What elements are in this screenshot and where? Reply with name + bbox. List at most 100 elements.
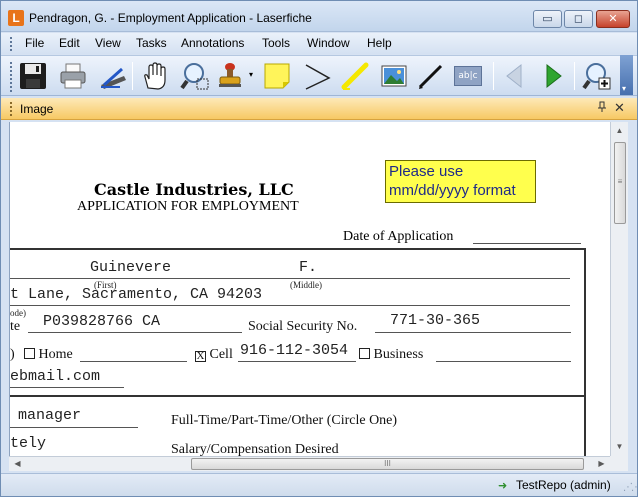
cell-underline: [238, 361, 356, 362]
zoom-rect-icon[interactable]: [179, 60, 211, 92]
maximize-button[interactable]: ◻: [564, 10, 593, 28]
menu-window[interactable]: Window: [307, 36, 350, 50]
repository-arrow-icon: ➜: [498, 480, 508, 492]
toolbar-overflow-icon: ▾: [622, 84, 627, 93]
toolbar-overflow-button[interactable]: ▾: [620, 55, 633, 95]
close-button[interactable]: ✕: [596, 10, 630, 28]
menu-edit[interactable]: Edit: [59, 36, 80, 50]
menu-tools[interactable]: Tools: [262, 36, 290, 50]
menu-annotations[interactable]: Annotations: [181, 36, 244, 50]
date-underline: [473, 243, 581, 244]
menu-bar: File Edit View Tasks Annotations Tools W…: [1, 33, 637, 54]
toolbar-grip-handle[interactable]: [10, 62, 13, 92]
title-bar[interactable]: L Pendragon, G. - Employment Application…: [1, 1, 637, 32]
scroll-left-icon[interactable]: ◀: [9, 456, 26, 471]
home-checkbox: [24, 348, 35, 359]
app-window: L Pendragon, G. - Employment Application…: [0, 0, 638, 497]
vertical-scroll-thumb[interactable]: ≡: [614, 142, 626, 224]
panel-title: Image: [20, 102, 54, 116]
middle-initial-value: F.: [299, 259, 318, 276]
pin-icon[interactable]: [597, 101, 607, 116]
position-value: manager: [18, 407, 82, 424]
image-icon[interactable]: [378, 60, 410, 92]
menu-file[interactable]: File: [25, 36, 44, 50]
stamp-icon[interactable]: [215, 60, 247, 92]
toolbar-separator: [132, 62, 133, 90]
toolbar-separator: [574, 62, 575, 90]
pointer-arrow-icon[interactable]: [301, 60, 333, 92]
text-box-icon[interactable]: ab|c: [452, 60, 484, 92]
middle-label: (Middle): [290, 280, 322, 290]
date-of-application-label: Date of Application: [343, 229, 454, 244]
status-bar: ➜ TestRepo (admin) ⋰⋰: [1, 473, 638, 496]
text-box-glyph: ab|c: [454, 66, 482, 86]
document-image-viewer[interactable]: Castle Industries, LLC APPLICATION FOR E…: [9, 122, 610, 456]
minimize-button[interactable]: ▭: [533, 10, 562, 28]
laserfiche-app-icon[interactable]: L: [8, 10, 24, 26]
cell-label: Cell: [209, 347, 233, 362]
business-checkbox: [359, 348, 370, 359]
ssn-underline: [375, 332, 571, 333]
form-section-divider: [10, 395, 586, 397]
menu-help[interactable]: Help: [367, 36, 392, 50]
ssn-value: 771-30-365: [390, 312, 481, 329]
first-name-value: Guinevere: [90, 259, 172, 276]
pen-icon[interactable]: [415, 60, 447, 92]
cell-phone-option: X Cell: [195, 347, 233, 363]
start-date-value: tely: [10, 435, 47, 452]
scan-icon[interactable]: [97, 60, 129, 92]
form-subtitle: APPLICATION FOR EMPLOYMENT: [77, 199, 299, 214]
phone-paren: ): [10, 347, 15, 362]
sticky-note-icon[interactable]: [261, 60, 293, 92]
print-icon[interactable]: [57, 60, 89, 92]
zip-code-label: ode): [10, 308, 26, 318]
scroll-down-icon[interactable]: ▼: [611, 438, 628, 455]
address-value: t Lane, Sacramento, CA 94203: [10, 286, 263, 303]
scroll-right-icon[interactable]: ▶: [593, 456, 610, 471]
next-page-icon[interactable]: [537, 60, 569, 92]
stamp-dropdown-arrow[interactable]: ▾: [249, 70, 253, 79]
form-border-top: [10, 248, 586, 250]
toolbar-separator: [493, 62, 494, 90]
previous-page-icon[interactable]: [498, 60, 530, 92]
position-underline: [10, 427, 138, 428]
menu-tasks[interactable]: Tasks: [136, 36, 167, 50]
email-underline: [10, 387, 124, 388]
pan-hand-icon[interactable]: [138, 60, 170, 92]
menu-grip-handle[interactable]: [10, 37, 13, 51]
save-icon[interactable]: [17, 60, 49, 92]
resize-grip-icon[interactable]: ⋰⋰: [623, 482, 638, 493]
menu-view[interactable]: View: [95, 36, 121, 50]
window-title: Pendragon, G. - Employment Application -…: [29, 11, 312, 25]
panel-close-icon[interactable]: ✕: [614, 100, 625, 116]
horizontal-scrollbar[interactable]: ◀ III ▶: [9, 456, 610, 471]
license-number-value: P039828766 CA: [43, 313, 161, 330]
cell-checkbox: X: [195, 350, 206, 362]
license-label-fragment: te: [10, 319, 21, 334]
repository-status: TestRepo (admin): [516, 478, 611, 492]
email-value: ebmail.com: [10, 368, 101, 385]
home-phone-option: Home: [24, 347, 73, 363]
salary-label: Salary/Compensation Desired: [171, 442, 339, 456]
vertical-scrollbar[interactable]: ▲ ≡ ▼: [610, 122, 628, 456]
business-phone-option: Business: [359, 347, 423, 363]
panel-grip-handle[interactable]: [10, 102, 13, 116]
horizontal-scroll-thumb[interactable]: III: [191, 458, 584, 470]
sticky-note-annotation[interactable]: Please use mm/dd/yyyy format: [385, 160, 536, 203]
license-underline: [28, 332, 242, 333]
scrollbar-corner: [610, 456, 628, 471]
zoom-in-icon[interactable]: [581, 60, 613, 92]
highlighter-icon[interactable]: [339, 60, 371, 92]
home-label: Home: [38, 347, 73, 362]
scroll-up-icon[interactable]: ▲: [611, 122, 628, 139]
home-underline: [80, 361, 187, 362]
name-underline: [10, 278, 570, 279]
employment-type-label: Full-Time/Part-Time/Other (Circle One): [171, 413, 398, 428]
image-panel-header: Image ✕: [1, 98, 637, 120]
business-label: Business: [373, 347, 424, 362]
company-name: Castle Industries, LLC: [94, 180, 294, 199]
cell-number-value: 916-112-3054: [240, 342, 349, 359]
business-underline: [436, 361, 571, 362]
form-border-right: [584, 248, 586, 456]
ssn-label: Social Security No.: [248, 319, 358, 334]
